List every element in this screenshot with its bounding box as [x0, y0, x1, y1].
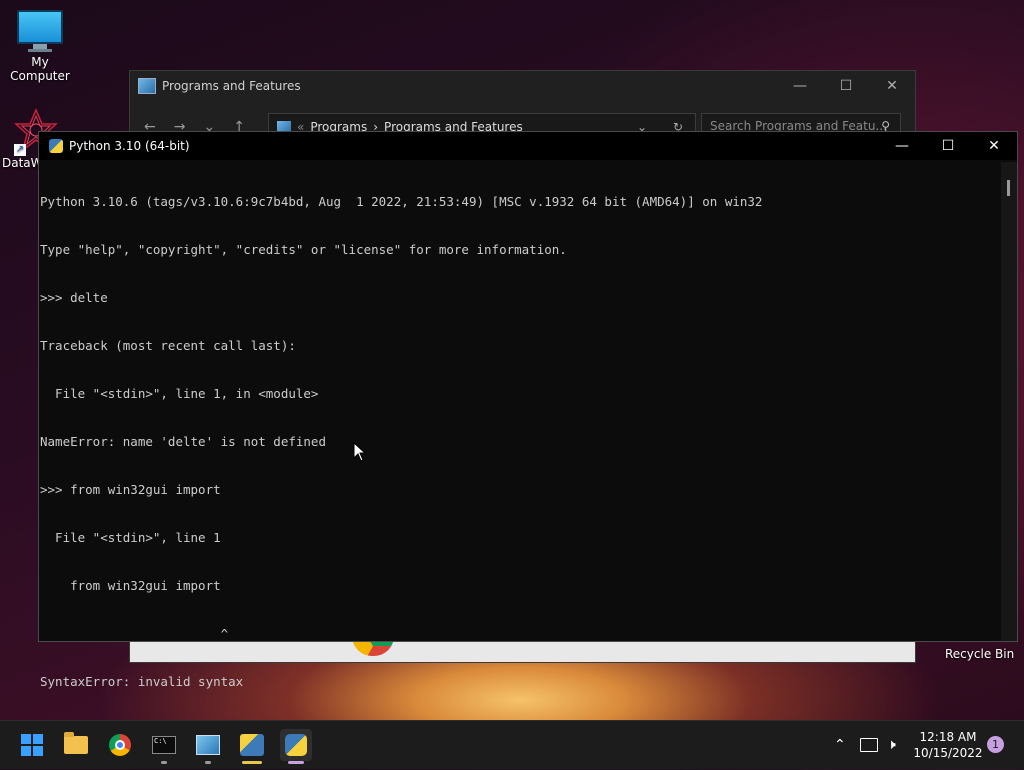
console-line: ^ — [40, 626, 229, 641]
taskbar-python-installer[interactable] — [236, 729, 268, 764]
mouse-cursor-icon — [353, 442, 367, 462]
chevron-up-icon: ⌃ — [834, 737, 846, 753]
python-icon — [49, 139, 63, 153]
window-title: Python 3.10 (64-bit) — [69, 139, 190, 153]
taskbar-terminal[interactable]: C:\ — [148, 729, 180, 764]
close-button[interactable]: ✕ — [971, 132, 1017, 160]
console-line: File "<stdin>", line 1 — [40, 530, 221, 545]
volume-muted-icon: 🕨 — [887, 737, 896, 753]
minimize-button[interactable]: — — [879, 132, 925, 160]
console-output[interactable]: Python 3.10.6 (tags/v3.10.6:9c7b4bd, Aug… — [39, 162, 999, 737]
control-panel-icon — [138, 78, 156, 94]
window-title: Programs and Features — [162, 79, 301, 93]
console-line: Type "help", "copyright", "credits" or "… — [40, 242, 567, 257]
control-panel-icon — [196, 735, 220, 755]
scrollbar-thumb[interactable] — [1007, 180, 1010, 196]
window-titlebar[interactable]: Programs and Features — ☐ ✕ — [130, 71, 915, 101]
python-icon — [285, 734, 307, 756]
clock-date: 10/15/2022 — [913, 746, 983, 760]
taskbar-file-explorer[interactable] — [60, 729, 92, 761]
console-line: SyntaxError: invalid syntax — [40, 674, 244, 689]
console-line: NameError: name 'delte' is not defined — [40, 434, 326, 449]
taskbar: C:\ ⌃ 🕨 12:18 AM 10/15/2022 1 — [0, 720, 1024, 769]
console-line: >>> from win32gui import — [40, 482, 221, 497]
minimize-button[interactable]: — — [777, 71, 823, 101]
desktop-icon-label: My Computer — [10, 55, 70, 83]
shortcut-arrow-icon: ↗ — [14, 144, 26, 156]
vertical-scrollbar[interactable] — [1001, 162, 1017, 641]
folder-icon — [64, 732, 88, 754]
console-line: from win32gui import — [40, 578, 221, 593]
clock-time: 12:18 AM — [919, 730, 977, 744]
window-titlebar[interactable]: Python 3.10 (64-bit) — ☐ ✕ — [39, 132, 1017, 160]
console-line: >>> delte — [40, 290, 108, 305]
close-button[interactable]: ✕ — [869, 71, 915, 101]
python-console-window[interactable]: Python 3.10 (64-bit) — ☐ ✕ Python 3.10.6… — [38, 131, 1018, 737]
installer-icon — [240, 734, 264, 756]
desktop-icon-my-computer[interactable]: My Computer — [0, 10, 80, 83]
taskbar-chrome[interactable] — [104, 729, 136, 761]
network-icon — [860, 738, 878, 752]
computer-icon — [17, 10, 63, 44]
console-line: File "<stdin>", line 1, in <module> — [40, 386, 319, 401]
console-line: Python 3.10.6 (tags/v3.10.6:9c7b4bd, Aug… — [40, 194, 763, 209]
show-hidden-icons-button[interactable]: ⌃ — [834, 721, 846, 769]
terminal-icon: C:\ — [152, 736, 176, 754]
maximize-button[interactable]: ☐ — [823, 71, 869, 101]
taskbar-control-panel[interactable] — [192, 729, 224, 764]
clock[interactable]: 12:18 AM 10/15/2022 — [906, 729, 990, 761]
volume-status[interactable]: 🕨 — [887, 721, 896, 769]
start-button[interactable] — [16, 729, 48, 761]
maximize-button[interactable]: ☐ — [925, 132, 971, 160]
console-line: Traceback (most recent call last): — [40, 338, 296, 353]
network-status[interactable] — [860, 721, 878, 769]
windows-logo-icon — [21, 734, 43, 756]
taskbar-python[interactable] — [280, 729, 312, 764]
chrome-icon — [109, 734, 131, 756]
notification-badge[interactable]: 1 — [987, 736, 1004, 753]
